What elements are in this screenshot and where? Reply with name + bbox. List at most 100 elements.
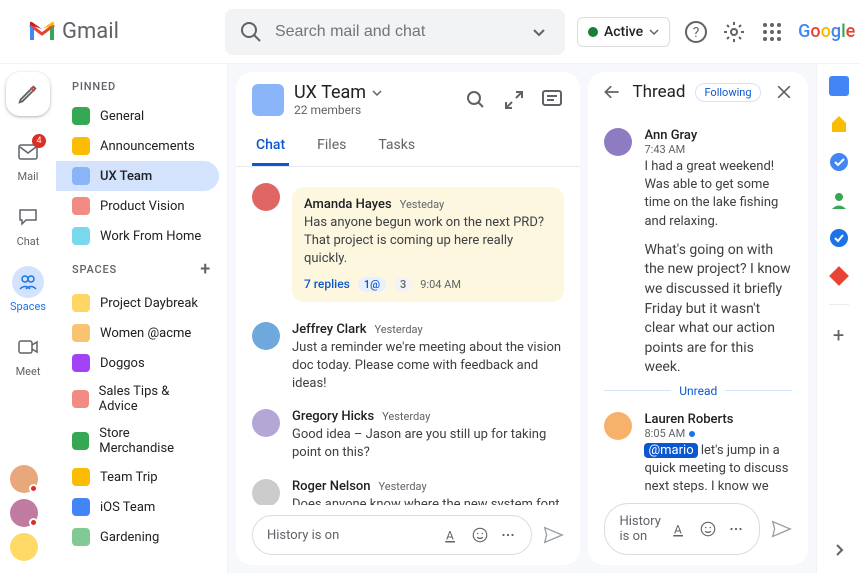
close-icon[interactable] <box>774 82 794 102</box>
svg-text:A: A <box>446 529 454 543</box>
chat-panel: UX Team 22 members Chat Files Tasks Aman… <box>236 72 580 565</box>
thread-composer[interactable]: History is on A <box>604 503 760 555</box>
message-time: Yesterday <box>375 323 423 336</box>
keep-app-icon[interactable] <box>829 114 849 134</box>
status-chip[interactable]: Active <box>577 17 670 47</box>
space-icon <box>72 498 90 516</box>
space-icon <box>72 197 90 215</box>
rail-chat[interactable]: Chat <box>0 193 56 256</box>
send-icon[interactable] <box>542 524 564 546</box>
message-text: Good idea – Jason are you still up for t… <box>292 426 564 462</box>
more-icon[interactable] <box>499 526 517 544</box>
search-options-icon[interactable] <box>527 20 551 44</box>
message-author: Ann Gray <box>644 128 697 143</box>
help-icon[interactable]: ? <box>684 20 708 44</box>
sidebar-item[interactable]: iOS Team <box>56 492 219 522</box>
sidebar-item-label: Doggos <box>100 356 145 371</box>
search-input[interactable] <box>275 23 515 41</box>
add-space-icon[interactable]: + <box>200 259 211 280</box>
space-icon <box>72 167 90 185</box>
space-icon <box>72 227 90 245</box>
chat-bubble-avatar[interactable] <box>10 533 38 561</box>
message-text: Has anyone begun work on the next PRD? T… <box>304 214 552 269</box>
app-icon[interactable] <box>829 266 849 286</box>
tasks-app-icon[interactable] <box>829 152 849 172</box>
nav-rail: 4 Mail Chat Spaces Meet <box>0 64 56 573</box>
space-icon <box>72 468 90 486</box>
message-author: Gregory Hicks <box>292 409 374 424</box>
sidebar-item[interactable]: Announcements <box>56 131 219 161</box>
message: Amanda HayesYestedayHas anyone begun wor… <box>252 175 564 314</box>
reply-count[interactable]: 7 replies <box>304 277 350 291</box>
space-icon <box>72 137 90 155</box>
sidebar-item[interactable]: General <box>56 101 219 131</box>
rail-mail[interactable]: 4 Mail <box>0 128 56 191</box>
space-icon <box>72 528 90 546</box>
svg-text:?: ? <box>693 25 700 41</box>
collapse-panel-icon[interactable] <box>832 543 846 557</box>
space-icon <box>72 390 89 408</box>
calendar-app-icon[interactable] <box>829 76 849 96</box>
back-arrow-icon[interactable] <box>602 82 622 102</box>
emoji-icon[interactable] <box>471 526 489 544</box>
format-icon[interactable]: A <box>443 526 461 544</box>
mention: @mario <box>644 443 697 458</box>
compose-button[interactable] <box>6 72 50 116</box>
tab-chat[interactable]: Chat <box>252 127 289 166</box>
sidebar-item[interactable]: Doggos <box>56 348 219 378</box>
message: Gregory HicksYesterdayGood idea – Jason … <box>252 401 564 470</box>
following-chip[interactable]: Following <box>695 83 760 102</box>
chevron-down-icon[interactable] <box>372 88 382 98</box>
sidebar-item-label: Store Merchandise <box>99 426 203 456</box>
pinned-header: PINNED <box>56 72 227 101</box>
sidebar-item[interactable]: Work From Home <box>56 221 219 251</box>
unread-dot-icon <box>689 431 695 437</box>
sidebar-item[interactable]: Product Vision <box>56 191 219 221</box>
message-avatar <box>252 479 280 506</box>
chat-composer[interactable]: History is on A <box>252 515 532 555</box>
search-in-chat-icon[interactable] <box>464 88 488 112</box>
sidebar-item-label: General <box>100 109 144 124</box>
more-icon[interactable] <box>727 520 745 538</box>
sidebar-item[interactable]: Gardening <box>56 522 219 552</box>
chat-bubble-avatar[interactable] <box>10 465 38 493</box>
collapse-icon[interactable] <box>502 88 526 112</box>
side-panel-rail: + <box>816 64 860 573</box>
tab-files[interactable]: Files <box>313 127 350 166</box>
add-app-icon[interactable]: + <box>833 323 844 347</box>
space-title: UX Team <box>294 82 366 103</box>
format-icon[interactable]: A <box>671 520 689 538</box>
search-bar[interactable] <box>225 9 565 55</box>
rail-spaces[interactable]: Spaces <box>0 258 56 321</box>
message-text: Just a reminder we're meeting about the … <box>292 339 564 394</box>
tab-tasks[interactable]: Tasks <box>374 127 419 166</box>
sidebar-item[interactable]: Women @acme <box>56 318 219 348</box>
sidebar-item[interactable]: Project Daybreak <box>56 288 219 318</box>
emoji-icon[interactable] <box>699 520 717 538</box>
sidebar-item-label: Project Daybreak <box>100 296 198 311</box>
space-avatar-icon <box>252 84 284 116</box>
sidebar-item[interactable]: UX Team <box>56 161 219 191</box>
status-label: Active <box>604 24 643 40</box>
message-avatar <box>252 322 280 350</box>
chat-bubble-avatar[interactable] <box>10 499 38 527</box>
unread-divider: Unread <box>604 384 792 398</box>
rail-meet[interactable]: Meet <box>0 323 56 386</box>
search-icon <box>239 20 263 44</box>
member-count: 22 members <box>294 103 382 117</box>
sidebar-item[interactable]: Store Merchandise <box>56 420 219 462</box>
sidebar-item[interactable]: Team Trip <box>56 462 219 492</box>
app-icon[interactable] <box>829 228 849 248</box>
open-thread-icon[interactable] <box>540 88 564 112</box>
apps-icon[interactable] <box>760 20 784 44</box>
send-icon[interactable] <box>770 518 792 540</box>
space-icon <box>72 107 90 125</box>
sidebar-item-label: Women @acme <box>100 326 191 341</box>
thread-title: Thread <box>632 82 685 102</box>
contacts-app-icon[interactable] <box>829 190 849 210</box>
message-text: What's going on with the new project? I … <box>644 241 792 378</box>
message-author: Roger Nelson <box>292 479 371 494</box>
sidebar-item[interactable]: Sales Tips & Advice <box>56 378 219 420</box>
settings-icon[interactable] <box>722 20 746 44</box>
message-text: I had a great weekend! Was able to get s… <box>644 158 792 231</box>
